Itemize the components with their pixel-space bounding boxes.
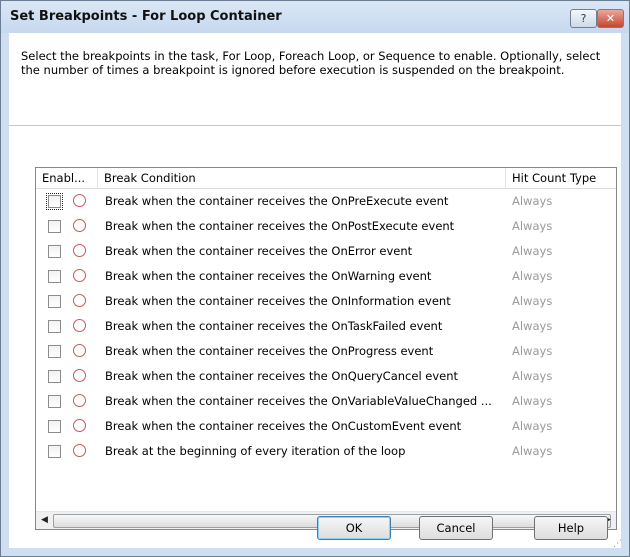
breakpoint-icon	[73, 269, 86, 282]
breakpoints-grid: Enabl... Break Condition Hit Count Type …	[35, 167, 617, 530]
hit-count-type-cell[interactable]: Always	[512, 339, 552, 364]
close-button[interactable]: ✕	[597, 9, 624, 28]
column-header-hit-count-type[interactable]: Hit Count Type	[506, 168, 616, 188]
breakpoint-icon	[73, 394, 86, 407]
break-condition-text: Break when the container receives the On…	[105, 194, 449, 208]
break-condition-text: Break when the container receives the On…	[105, 219, 455, 233]
breakpoint-icon	[73, 294, 86, 307]
cancel-button[interactable]: Cancel	[419, 516, 493, 540]
breakpoint-icon	[73, 319, 86, 332]
table-row[interactable]: Break when the container receives the On…	[36, 239, 616, 264]
scroll-left-icon[interactable]: ◀	[36, 512, 53, 529]
enable-checkbox[interactable]	[48, 420, 61, 433]
hit-count-type-cell[interactable]: Always	[512, 289, 552, 314]
breakpoint-icon	[73, 344, 86, 357]
break-condition-text: Break when the container receives the On…	[105, 344, 434, 358]
enable-checkbox[interactable]	[48, 320, 61, 333]
break-condition-text: Break when the container receives the On…	[105, 244, 413, 258]
column-header-break-condition[interactable]: Break Condition	[98, 168, 506, 188]
hit-count-type-cell[interactable]: Always	[512, 364, 552, 389]
enable-checkbox[interactable]	[48, 295, 61, 308]
table-row[interactable]: Break when the container receives the On…	[36, 414, 616, 439]
table-row[interactable]: Break when the container receives the On…	[36, 289, 616, 314]
divider	[9, 125, 621, 126]
hit-count-type-cell[interactable]: Always	[512, 264, 552, 289]
enable-checkbox[interactable]	[48, 345, 61, 358]
breakpoint-icon	[73, 419, 86, 432]
table-row[interactable]: Break when the container receives the On…	[36, 214, 616, 239]
breakpoint-icon	[73, 244, 86, 257]
enable-checkbox[interactable]	[48, 245, 61, 258]
help-button[interactable]: Help	[534, 516, 608, 540]
break-condition-text: Break when the container receives the On…	[105, 269, 432, 283]
break-condition-text: Break when the container receives the On…	[105, 419, 462, 433]
break-condition-text: Break when the container receives the On…	[105, 369, 459, 383]
table-row[interactable]: Break when the container receives the On…	[36, 264, 616, 289]
table-row[interactable]: Break when the container receives the On…	[36, 364, 616, 389]
table-row[interactable]: Break when the container receives the On…	[36, 189, 616, 214]
window-title: Set Breakpoints - For Loop Container	[10, 9, 282, 24]
description-text: Select the breakpoints in the task, For …	[21, 49, 601, 77]
breakpoint-icon	[73, 369, 86, 382]
enable-checkbox[interactable]	[48, 395, 61, 408]
title-bar[interactable]: Set Breakpoints - For Loop Container ? ✕	[1, 1, 629, 33]
enable-checkbox[interactable]	[48, 445, 61, 458]
enable-checkbox[interactable]	[46, 193, 63, 210]
break-condition-text: Break at the beginning of every iteratio…	[105, 444, 406, 458]
enable-checkbox[interactable]	[48, 370, 61, 383]
enable-checkbox[interactable]	[48, 270, 61, 283]
column-header-enabled[interactable]: Enabl...	[36, 168, 98, 188]
table-row[interactable]: Break when the container receives the On…	[36, 389, 616, 414]
break-condition-text: Break when the container receives the On…	[105, 394, 492, 408]
hit-count-type-cell[interactable]: Always	[512, 189, 552, 214]
ok-button[interactable]: OK	[317, 516, 391, 540]
hit-count-type-cell[interactable]: Always	[512, 314, 552, 339]
break-condition-text: Break when the container receives the On…	[105, 319, 443, 333]
enable-checkbox[interactable]	[48, 220, 61, 233]
hit-count-type-cell[interactable]: Always	[512, 414, 552, 439]
table-row[interactable]: Break when the container receives the On…	[36, 339, 616, 364]
hit-count-type-cell[interactable]: Always	[512, 439, 552, 464]
grid-header: Enabl... Break Condition Hit Count Type	[36, 168, 616, 189]
hit-count-type-cell[interactable]: Always	[512, 239, 552, 264]
breakpoints-dialog: Set Breakpoints - For Loop Container ? ✕…	[0, 0, 630, 557]
breakpoint-icon	[73, 194, 86, 207]
hit-count-type-cell[interactable]: Always	[512, 214, 552, 239]
breakpoint-icon	[73, 444, 86, 457]
hit-count-type-cell[interactable]: Always	[512, 389, 552, 414]
resize-grip-icon[interactable]: ⋰	[613, 539, 623, 549]
help-title-button[interactable]: ?	[570, 9, 597, 28]
break-condition-text: Break when the container receives the On…	[105, 294, 451, 308]
breakpoint-icon	[73, 219, 86, 232]
table-row[interactable]: Break when the container receives the On…	[36, 314, 616, 339]
table-row[interactable]: Break at the beginning of every iteratio…	[36, 439, 616, 464]
dialog-content: Select the breakpoints in the task, For …	[9, 33, 621, 548]
